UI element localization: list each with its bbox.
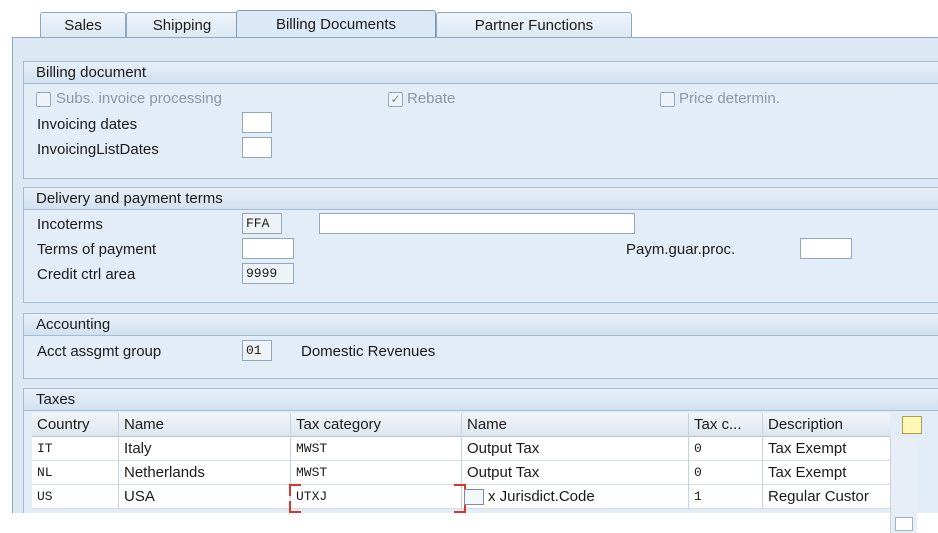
billing-document-title: Billing document — [24, 62, 938, 84]
delivery-payment-group: Delivery and payment terms Incoterms FFA… — [23, 187, 938, 303]
table-row[interactable]: IT Italy MWST Output Tax 0 Tax Exempt — [32, 437, 890, 461]
paym-guar-proc-field[interactable] — [800, 238, 852, 259]
invoicing-list-dates-label: InvoicingListDates — [37, 141, 159, 158]
subs-invoice-checkbox[interactable] — [36, 92, 51, 107]
table-settings-icon[interactable] — [902, 416, 922, 434]
acct-assgmt-group-description: Domestic Revenues — [301, 343, 436, 360]
invoicing-dates-label: Invoicing dates — [37, 116, 138, 133]
tab-strip: Sales Shipping Billing Documents Partner… — [0, 0, 938, 38]
tab-billing-documents[interactable]: Billing Documents — [236, 10, 436, 38]
subs-invoice-label: Subs. invoice processing — [56, 90, 222, 107]
tab-sales[interactable]: Sales — [40, 12, 126, 37]
paym-guar-proc-label: Paym.guar.proc. — [626, 241, 736, 258]
tab-partner-functions[interactable]: Partner Functions — [436, 12, 632, 37]
taxes-table-header: Country Name Tax category Name Tax c... … — [32, 413, 890, 437]
cell-name: Netherlands — [119, 461, 291, 485]
cell-description: Tax Exempt — [768, 440, 847, 457]
column-description[interactable]: Description — [763, 413, 890, 437]
credit-ctrl-area-label: Credit ctrl area — [37, 266, 136, 283]
focus-corner — [289, 484, 301, 496]
delivery-payment-title: Delivery and payment terms — [24, 188, 938, 210]
acct-assgmt-group-label: Acct assgmt group — [37, 343, 162, 360]
cell-name: USA — [119, 485, 291, 509]
incoterms-description-field[interactable] — [319, 213, 635, 234]
column-tax-name[interactable]: Name — [462, 413, 689, 437]
taxes-title: Taxes — [24, 389, 938, 411]
cell-tax-category[interactable]: MWST — [291, 461, 462, 485]
terms-of-payment-label: Terms of payment — [37, 241, 157, 258]
cell-tax-classification[interactable]: 1 — [689, 485, 763, 509]
cell-tax-classification[interactable]: 0 — [689, 437, 763, 461]
cell-tax-category-focused[interactable]: UTXJ — [291, 485, 462, 509]
taxes-group: Taxes Country Name Tax category Name Tax… — [23, 388, 938, 533]
invoicing-dates-field[interactable] — [242, 112, 272, 133]
billing-documents-panel: Billing document Subs. invoice processin… — [12, 38, 938, 533]
table-row[interactable]: NL Netherlands MWST Output Tax 0 Tax Exe… — [32, 461, 890, 485]
tab-shipping[interactable]: Shipping — [126, 12, 238, 37]
cell-description: Tax Exempt — [768, 464, 847, 481]
billing-document-group: Billing document Subs. invoice processin… — [23, 61, 938, 179]
terms-of-payment-field[interactable] — [242, 238, 294, 259]
cell-country: NL — [32, 461, 119, 485]
cell-name: Italy — [119, 437, 291, 461]
price-determin-label: Price determin. — [679, 90, 780, 107]
focus-corner — [289, 501, 301, 513]
cell-tax-name: Output Tax — [462, 437, 689, 461]
column-tax-classification[interactable]: Tax c... — [689, 413, 763, 437]
cell-country: US — [32, 485, 119, 509]
cell-tax-classification[interactable]: 0 — [689, 461, 763, 485]
cell-tax-category[interactable]: MWST — [291, 437, 462, 461]
cell-description: Regular Custor — [768, 488, 869, 505]
rebate-label: Rebate — [407, 90, 456, 107]
incoterms-label: Incoterms — [37, 216, 103, 233]
cell-country: IT — [32, 437, 119, 461]
value-help-icon[interactable] — [464, 489, 484, 505]
acct-assgmt-group-field[interactable]: 01 — [242, 340, 272, 361]
rebate-checkbox[interactable]: ✓ — [388, 92, 403, 107]
column-tax-category[interactable]: Tax category — [291, 413, 462, 437]
column-name[interactable]: Name — [119, 413, 291, 437]
accounting-title: Accounting — [24, 314, 938, 336]
accounting-group: Accounting Acct assgmt group 01 Domestic… — [23, 313, 938, 379]
table-vertical-scrollbar[interactable] — [890, 437, 917, 533]
cell-tax-name: x Jurisdict.Code — [462, 485, 689, 509]
price-determin-checkbox[interactable] — [660, 92, 675, 107]
credit-ctrl-area-field[interactable]: 9999 — [242, 263, 294, 284]
invoicing-list-dates-field[interactable] — [242, 137, 272, 158]
cell-tax-name: Output Tax — [462, 461, 689, 485]
incoterms-field[interactable]: FFA — [242, 213, 282, 234]
scrollbar-thumb[interactable] — [895, 517, 913, 531]
column-country[interactable]: Country — [32, 413, 119, 437]
